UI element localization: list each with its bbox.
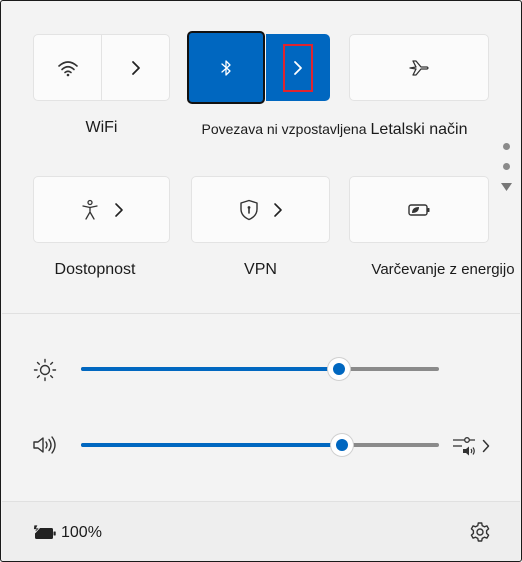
bluetooth-icon: [221, 59, 231, 76]
slider-fill: [81, 443, 342, 447]
battery-percentage: 100%: [61, 524, 102, 541]
wifi-tile: [33, 34, 170, 101]
vpn-button[interactable]: [191, 176, 330, 243]
quick-settings-panel: WiFi Povezava ni vzpostavljena Letalski …: [0, 0, 522, 562]
wifi-label: WiFi: [85, 119, 118, 136]
audio-mixer-icon: [453, 437, 475, 456]
airplane-icon: [409, 59, 429, 76]
scroll-down-icon[interactable]: [501, 183, 512, 192]
battery-saver-icon: [408, 203, 430, 216]
highlight-box: [283, 43, 313, 92]
brightness-slider[interactable]: [81, 357, 439, 381]
chevron-right-icon: [131, 60, 140, 75]
slider-thumb[interactable]: [331, 434, 353, 456]
wifi-expand-button[interactable]: [102, 35, 169, 100]
chevron-right-icon: [273, 202, 282, 217]
slider-thumb[interactable]: [328, 358, 350, 380]
page-indicator-dot[interactable]: [503, 163, 510, 170]
audio-output-button[interactable]: [451, 433, 495, 459]
battery-button[interactable]: 100%: [32, 521, 102, 545]
bluetooth-label: Povezava ni vzpostavljena: [201, 121, 367, 137]
wifi-icon: [57, 60, 78, 76]
chevron-right-icon: [294, 60, 302, 75]
accessibility-button[interactable]: [33, 176, 170, 243]
gear-icon[interactable]: [469, 521, 491, 543]
bluetooth-expand-button[interactable]: [266, 34, 330, 101]
slider-fill: [81, 367, 339, 371]
vpn-label: VPN: [244, 261, 277, 278]
accessibility-icon: [81, 199, 98, 220]
section-divider: [2, 313, 520, 314]
accessibility-label: Dostopnost: [54, 261, 136, 278]
page-indicator-dot[interactable]: [503, 143, 510, 150]
airplane-label: Letalski način: [370, 121, 468, 138]
bluetooth-tile: [187, 31, 331, 104]
airplane-mode-button[interactable]: [349, 34, 489, 101]
shield-icon: [239, 199, 258, 220]
bluetooth-toggle-button[interactable]: [187, 31, 265, 104]
energy-saver-label: Varčevanje z energijo: [371, 261, 515, 278]
battery-charging-icon: [33, 524, 56, 539]
wifi-toggle-button[interactable]: [34, 35, 101, 100]
energy-saver-button[interactable]: [349, 176, 489, 243]
chevron-right-icon: [482, 439, 490, 453]
brightness-icon: [33, 358, 57, 382]
volume-slider[interactable]: [81, 433, 439, 457]
speaker-icon: [33, 436, 56, 454]
chevron-right-icon: [114, 202, 123, 217]
